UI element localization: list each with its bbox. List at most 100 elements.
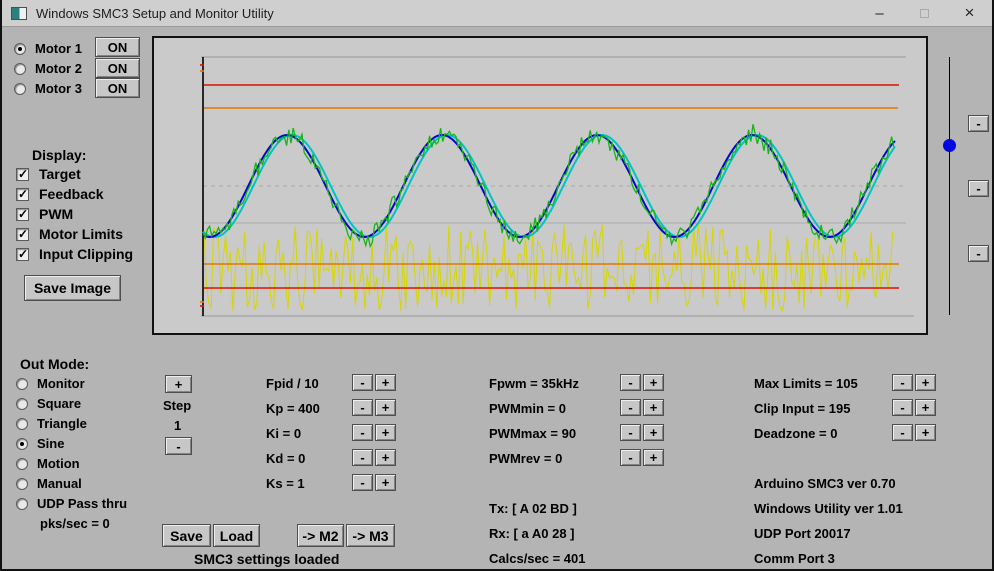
save-button[interactable]: Save (162, 524, 211, 547)
display-pwm-checkbox[interactable]: PWM (16, 206, 73, 222)
display-input-clipping-label: Input Clipping (39, 246, 133, 262)
radio-icon[interactable] (16, 478, 28, 490)
clip-input-plus-button[interactable]: + (915, 399, 936, 416)
display-pwm-label: PWM (39, 206, 73, 222)
comm-port-label: Comm Port 3 (754, 551, 835, 566)
max-limits-plus-button[interactable]: + (915, 374, 936, 391)
out-mode-monitor-radio[interactable]: Monitor (16, 376, 85, 391)
radio-icon[interactable] (16, 438, 28, 450)
copy-to-m3-button[interactable]: -> M3 (346, 524, 395, 547)
radio-icon[interactable] (16, 498, 28, 510)
scale-minus-button-1[interactable]: - (968, 115, 989, 132)
ki-label: Ki = 0 (266, 426, 301, 441)
pwmmax-plus-button[interactable]: + (643, 424, 664, 441)
step-label: Step (163, 398, 191, 413)
motor-2-radio[interactable]: Motor 2 (14, 61, 82, 76)
fpwm-minus-button[interactable]: - (620, 374, 641, 391)
tx-readout: Tx: [ A 02 BD ] (489, 501, 577, 516)
motor-3-radio[interactable]: Motor 3 (14, 81, 82, 96)
kd-plus-button[interactable]: + (375, 449, 396, 466)
pwmmax-minus-button[interactable]: - (620, 424, 641, 441)
out-mode-udp-label: UDP Pass thru (37, 496, 127, 511)
checkbox-icon[interactable] (16, 208, 29, 221)
scale-minus-button-3[interactable]: - (968, 245, 989, 262)
kp-minus-button[interactable]: - (352, 399, 373, 416)
motor-1-on-button[interactable]: ON (95, 37, 140, 57)
display-section-label: Display: (32, 147, 86, 163)
fpid-plus-button[interactable]: + (375, 374, 396, 391)
out-mode-motion-radio[interactable]: Motion (16, 456, 80, 471)
display-motor-limits-checkbox[interactable]: Motor Limits (16, 226, 123, 242)
radio-icon[interactable] (16, 418, 28, 430)
out-mode-monitor-label: Monitor (37, 376, 85, 391)
out-mode-triangle-radio[interactable]: Triangle (16, 416, 87, 431)
max-limits-minus-button[interactable]: - (892, 374, 913, 391)
motor-2-on-button[interactable]: ON (95, 58, 140, 78)
out-mode-sine-label: Sine (37, 436, 64, 451)
ks-label: Ks = 1 (266, 476, 305, 491)
pks-per-sec-label: pks/sec = 0 (40, 516, 110, 531)
motor-1-radio[interactable]: Motor 1 (14, 41, 82, 56)
pwm-trace (204, 224, 893, 311)
radio-icon[interactable] (14, 43, 26, 55)
checkbox-icon[interactable] (16, 248, 29, 261)
checkbox-icon[interactable] (16, 188, 29, 201)
radio-icon[interactable] (14, 63, 26, 75)
save-image-button[interactable]: Save Image (24, 275, 121, 301)
radio-icon[interactable] (16, 398, 28, 410)
radio-icon[interactable] (14, 83, 26, 95)
load-button[interactable]: Load (213, 524, 260, 547)
out-mode-sine-radio[interactable]: Sine (16, 436, 64, 451)
display-feedback-checkbox[interactable]: Feedback (16, 186, 104, 202)
kp-plus-button[interactable]: + (375, 399, 396, 416)
calcs-per-sec-readout: Calcs/sec = 401 (489, 551, 586, 566)
fpid-label: Fpid / 10 (266, 376, 319, 391)
display-motor-limits-label: Motor Limits (39, 226, 123, 242)
checkbox-icon[interactable] (16, 168, 29, 181)
pwmmin-minus-button[interactable]: - (620, 399, 641, 416)
app-icon (11, 7, 27, 20)
ki-minus-button[interactable]: - (352, 424, 373, 441)
step-value: 1 (174, 418, 181, 433)
ks-minus-button[interactable]: - (352, 474, 373, 491)
step-plus-button[interactable]: + (165, 375, 192, 393)
deadzone-label: Deadzone = 0 (754, 426, 837, 441)
deadzone-minus-button[interactable]: - (892, 424, 913, 441)
fpid-minus-button[interactable]: - (352, 374, 373, 391)
motor-1-label: Motor 1 (35, 41, 82, 56)
pwmmin-plus-button[interactable]: + (643, 399, 664, 416)
kp-label: Kp = 400 (266, 401, 320, 416)
checkbox-icon[interactable] (16, 228, 29, 241)
clip-input-label: Clip Input = 195 (754, 401, 850, 416)
copy-to-m2-button[interactable]: -> M2 (297, 524, 344, 547)
display-input-clipping-checkbox[interactable]: Input Clipping (16, 246, 133, 262)
utility-version-label: Windows Utility ver 1.01 (754, 501, 903, 516)
motor-3-on-button[interactable]: ON (95, 78, 140, 98)
close-button[interactable]: × (947, 0, 992, 26)
fpwm-plus-button[interactable]: + (643, 374, 664, 391)
deadzone-plus-button[interactable]: + (915, 424, 936, 441)
clip-input-minus-button[interactable]: - (892, 399, 913, 416)
titlebar: Windows SMC3 Setup and Monitor Utility –… (2, 0, 992, 27)
maximize-button (902, 0, 947, 26)
step-minus-button[interactable]: - (165, 437, 192, 455)
display-target-checkbox[interactable]: Target (16, 166, 81, 182)
rx-readout: Rx: [ a A0 28 ] (489, 526, 575, 541)
out-mode-manual-radio[interactable]: Manual (16, 476, 82, 491)
kd-minus-button[interactable]: - (352, 449, 373, 466)
radio-icon[interactable] (16, 458, 28, 470)
ks-plus-button[interactable]: + (375, 474, 396, 491)
ki-plus-button[interactable]: + (375, 424, 396, 441)
pwmmin-label: PWMmin = 0 (489, 401, 566, 416)
out-mode-udp-radio[interactable]: UDP Pass thru (16, 496, 127, 511)
scale-slider-track[interactable] (949, 57, 950, 315)
pwmrev-minus-button[interactable]: - (620, 449, 641, 466)
settings-status-text: SMC3 settings loaded (194, 551, 339, 567)
out-mode-square-radio[interactable]: Square (16, 396, 81, 411)
pwmrev-plus-button[interactable]: + (643, 449, 664, 466)
radio-icon[interactable] (16, 378, 28, 390)
window-title: Windows SMC3 Setup and Monitor Utility (36, 6, 274, 21)
scale-slider-handle[interactable] (943, 139, 956, 152)
scale-minus-button-2[interactable]: - (968, 180, 989, 197)
minimize-button[interactable]: – (857, 0, 902, 26)
